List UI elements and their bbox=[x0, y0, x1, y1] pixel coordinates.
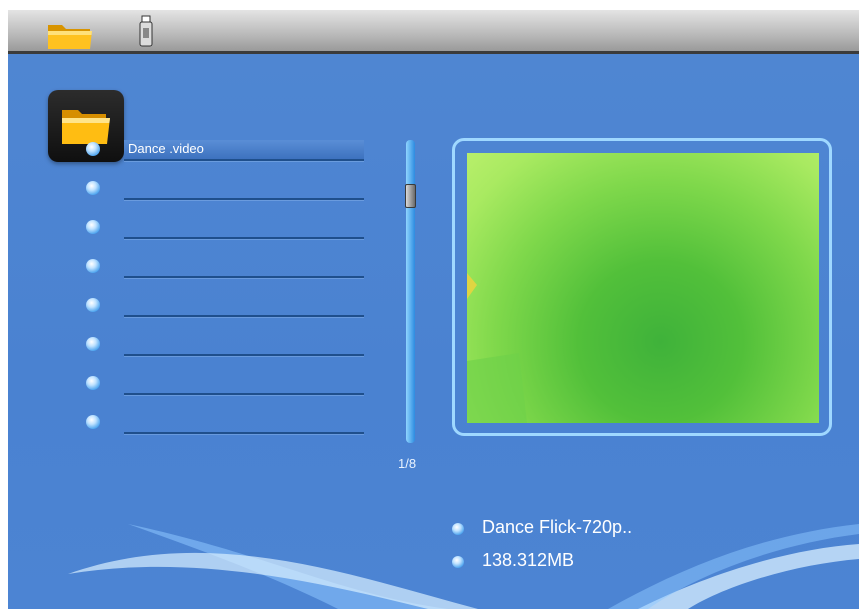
bullet-icon bbox=[86, 298, 100, 312]
row-underline bbox=[124, 276, 364, 278]
bullet-icon bbox=[86, 337, 100, 351]
list-item[interactable] bbox=[86, 216, 376, 240]
row-underline bbox=[124, 237, 364, 239]
file-name: Dance .video bbox=[128, 141, 204, 156]
row-underline bbox=[124, 432, 364, 434]
row-underline bbox=[124, 159, 364, 161]
top-strip bbox=[0, 0, 859, 10]
media-player-screen: Dance .video 1/8 Dance Flick-720p.. 138.… bbox=[0, 0, 859, 609]
bullet-icon bbox=[86, 142, 100, 156]
list-item[interactable] bbox=[86, 255, 376, 279]
bullet-icon bbox=[452, 523, 464, 535]
row-underline bbox=[124, 393, 364, 395]
row-underline bbox=[124, 354, 364, 356]
bullet-icon bbox=[86, 376, 100, 390]
bullet-icon bbox=[452, 556, 464, 568]
page-indicator: 1/8 bbox=[398, 456, 417, 471]
folder-icon[interactable] bbox=[46, 19, 96, 51]
usb-drive-icon[interactable] bbox=[136, 14, 156, 50]
row-underline bbox=[124, 198, 364, 200]
file-list: Dance .video bbox=[86, 138, 376, 458]
bullet-icon bbox=[86, 220, 100, 234]
list-item[interactable] bbox=[86, 372, 376, 396]
bullet-icon bbox=[86, 259, 100, 273]
scrollbar-thumb[interactable] bbox=[405, 184, 416, 208]
list-item[interactable]: Dance .video bbox=[86, 138, 376, 162]
bullet-icon bbox=[86, 415, 100, 429]
row-underline bbox=[124, 315, 364, 317]
list-item[interactable] bbox=[86, 411, 376, 435]
preview-file-size: 138.312MB bbox=[482, 550, 575, 570]
preview-file-name: Dance Flick-720p.. bbox=[482, 517, 633, 537]
top-toolbar bbox=[8, 10, 859, 54]
list-item[interactable] bbox=[86, 177, 376, 201]
video-thumbnail bbox=[467, 153, 819, 423]
list-item[interactable] bbox=[86, 294, 376, 318]
list-item[interactable] bbox=[86, 333, 376, 357]
bullet-icon bbox=[86, 181, 100, 195]
